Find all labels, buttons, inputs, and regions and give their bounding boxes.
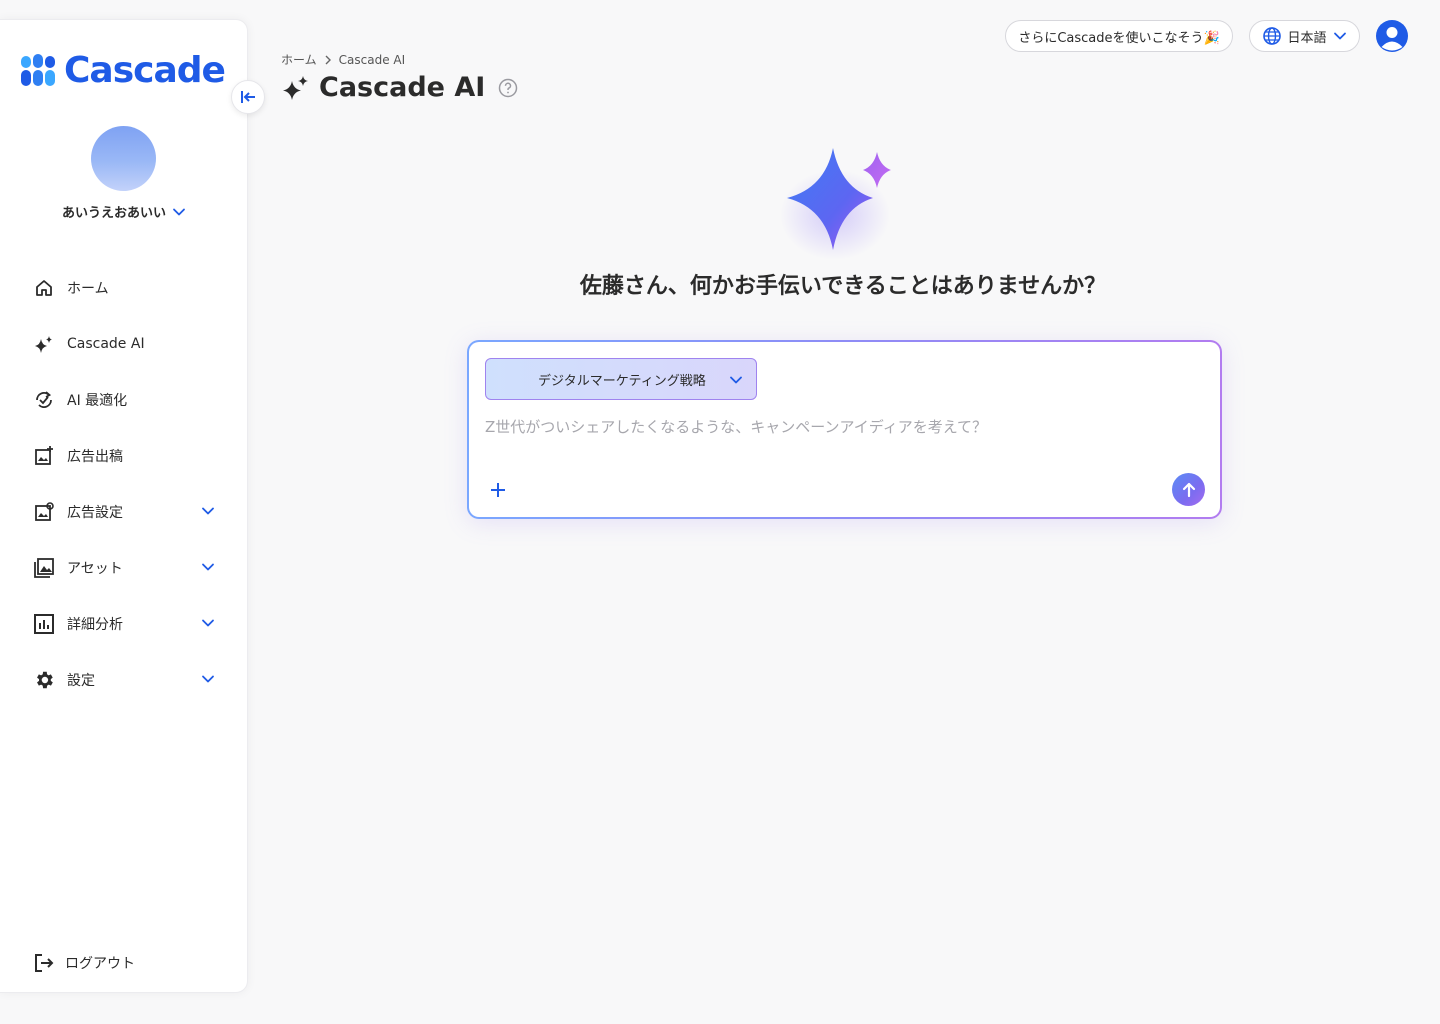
greeting-heading: 佐藤さん、何かお手伝いできることはありませんか？ (579, 274, 1107, 299)
gear-icon (33, 669, 55, 691)
sidebar-item-label: アセット (67, 561, 123, 577)
breadcrumb-current: Cascade AI (338, 52, 406, 67)
logout-icon (33, 952, 55, 974)
prompt-input[interactable] (485, 414, 1195, 440)
globe-icon (1263, 27, 1282, 45)
sidebar-item-ad-publish[interactable]: 広告出稿 (0, 428, 248, 484)
arrow-up-icon (1182, 482, 1195, 497)
chevron-down-icon (1333, 32, 1346, 40)
user-menu-button[interactable] (1376, 20, 1408, 52)
sidebar-item-label: Cascade AI (67, 336, 145, 352)
account-avatar[interactable] (91, 126, 156, 191)
mode-select[interactable]: デジタルマーケティング戦略 (485, 358, 757, 400)
sidebar-item-analytics[interactable]: 詳細分析 (0, 596, 248, 652)
brand-logo[interactable]: Cascade (20, 50, 226, 91)
plus-icon (491, 483, 505, 497)
sidebar-item-label: 広告出稿 (67, 449, 123, 465)
breadcrumb-home[interactable]: ホーム (281, 51, 317, 68)
sidebar-nav: ホーム Cascade AI AI 最適化 広告出稿 広告設定 アセット 詳細分… (0, 260, 248, 708)
prompt-composer: デジタルマーケティング戦略 (467, 340, 1222, 519)
chevron-down-icon[interactable] (200, 559, 216, 575)
ai-sparkle-illustration (780, 148, 891, 260)
account-name: あいうえおあいい (61, 206, 166, 221)
cascade-logo-icon (21, 53, 55, 86)
chevron-down-icon (173, 208, 185, 215)
language-label: 日本語 (1287, 30, 1327, 46)
sidebar-item-assets[interactable]: アセット (0, 540, 248, 596)
chevron-down-icon[interactable] (200, 615, 216, 631)
ad-publish-icon (33, 445, 55, 467)
sidebar-item-ai-optimize[interactable]: AI 最適化 (0, 372, 248, 428)
sidebar-item-settings[interactable]: 設定 (0, 652, 248, 708)
logout-button[interactable]: ログアウト (33, 952, 135, 974)
page-title-text: Cascade AI (319, 72, 486, 103)
sparkle-icon (33, 333, 55, 355)
sidebar-item-label: AI 最適化 (67, 393, 128, 409)
promo-button[interactable]: さらにCascadeを使いこなそう🎉 (1005, 20, 1233, 52)
sidebar-item-label: 広告設定 (67, 505, 123, 521)
mode-select-value: デジタルマーケティング戦略 (538, 373, 706, 389)
send-button[interactable] (1172, 473, 1205, 506)
chevron-down-icon[interactable] (200, 503, 216, 519)
chevron-down-icon[interactable] (200, 671, 216, 687)
ai-optimize-icon (33, 389, 55, 411)
sidebar-item-home[interactable]: ホーム (0, 260, 248, 316)
add-attachment-button[interactable] (487, 479, 509, 501)
sidebar: Cascade あいうえおあいい ホーム Cascade AI AI 最適化 広… (0, 19, 248, 993)
sidebar-item-label: 詳細分析 (67, 617, 123, 633)
language-select[interactable]: 日本語 (1249, 20, 1360, 52)
account-switcher[interactable]: あいうえおあいい (0, 202, 248, 221)
page-title: Cascade AI (281, 72, 518, 103)
breadcrumb: ホーム Cascade AI (281, 51, 405, 68)
help-icon[interactable] (498, 78, 518, 98)
collapse-left-icon (241, 91, 255, 103)
chevron-right-icon (325, 55, 331, 64)
sidebar-item-cascade-ai[interactable]: Cascade AI (0, 316, 248, 372)
image-gallery-icon (33, 557, 55, 579)
ad-settings-icon (33, 501, 55, 523)
logout-label: ログアウト (65, 956, 135, 972)
sidebar-item-label: ホーム (67, 281, 109, 297)
collapse-sidebar-button[interactable] (231, 80, 265, 114)
sparkle-icon (283, 75, 308, 100)
sidebar-item-label: 設定 (67, 673, 95, 689)
chevron-down-icon (730, 376, 742, 384)
user-avatar-icon (1381, 27, 1403, 51)
sidebar-item-ad-settings[interactable]: 広告設定 (0, 484, 248, 540)
home-icon (33, 277, 55, 299)
brand-name: Cascade (64, 50, 226, 91)
analytics-icon (33, 613, 55, 635)
